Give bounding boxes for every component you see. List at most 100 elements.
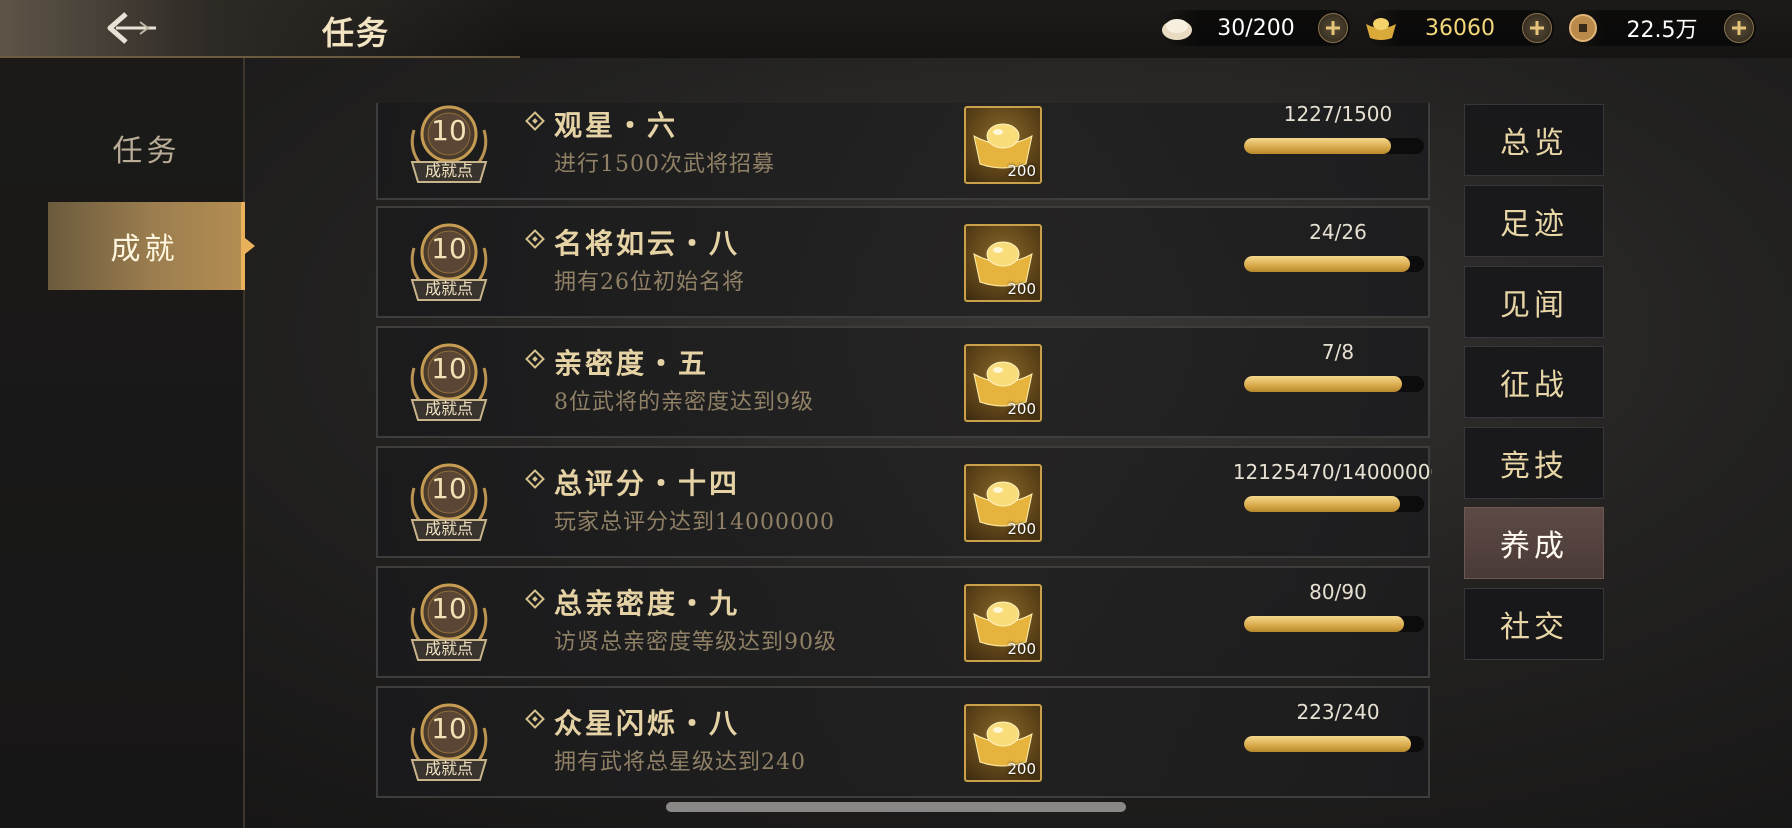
progress-bar <box>1244 616 1424 632</box>
achievement-title: 总亲密度・九 <box>554 587 741 620</box>
achievement-row: 10 成就点 众星闪烁・八 拥有武将总星级达到240 200 223/240 <box>376 686 1430 798</box>
resource-stamina: 30/200 <box>1160 10 1350 46</box>
reward-item[interactable]: 200 <box>964 584 1042 662</box>
achievement-points: 10 <box>431 232 467 265</box>
achievement-points-medal: 10 成就点 <box>404 338 494 428</box>
plus-icon <box>1530 21 1544 35</box>
achievement-points-medal: 10 成就点 <box>404 698 494 788</box>
achievement-description: 访贤总亲密度等级达到90级 <box>554 630 837 655</box>
reward-item[interactable]: 200 <box>964 344 1042 422</box>
progress-bar <box>1244 376 1424 392</box>
left-tab-label: 成就 <box>110 232 179 267</box>
achievement-row: 10 成就点 亲密度・五 8位武将的亲密度达到9级 200 7/8 <box>376 326 1430 438</box>
achievement-points-label: 成就点 <box>424 279 473 298</box>
achievement-row: 10 成就点 名将如云・八 拥有26位初始名将 200 24/26 <box>376 206 1430 318</box>
horizontal-scrollbar[interactable] <box>666 802 1126 812</box>
achievement-title: 总评分・十四 <box>554 467 741 500</box>
achievement-description: 玩家总评分达到14000000 <box>554 510 835 535</box>
top-bar-decoration <box>0 0 520 58</box>
progress-text: 1227/1500 <box>1283 103 1393 126</box>
diamond-bullet-icon <box>525 469 545 489</box>
reward-item[interactable]: 200 <box>964 464 1042 542</box>
add-stamina-button[interactable] <box>1318 13 1348 43</box>
achievement-points-label: 成就点 <box>424 759 473 778</box>
tab-label: 养成 <box>1500 529 1568 564</box>
achievement-points-medal: 10 成就点 <box>404 458 494 548</box>
reward-count: 200 <box>1007 280 1036 298</box>
progress-bar-fill <box>1244 496 1400 512</box>
achievement-description: 拥有26位初始名将 <box>554 270 745 295</box>
achievement-title: 众星闪烁・八 <box>554 707 741 740</box>
tab-arena[interactable]: 竞技 <box>1464 427 1604 499</box>
back-arrow-icon <box>107 12 156 44</box>
active-indicator-arrow-icon <box>245 238 255 254</box>
achievement-points: 10 <box>431 712 467 745</box>
achievement-description: 进行1500次武将招募 <box>554 152 775 177</box>
progress-bar <box>1244 138 1424 154</box>
copper-value: 22.5万 <box>1626 18 1698 43</box>
achievement-points: 10 <box>431 352 467 385</box>
achievement-description: 拥有武将总星级达到240 <box>554 750 806 775</box>
diamond-bullet-icon <box>525 589 545 609</box>
tab-social[interactable]: 社交 <box>1464 588 1604 660</box>
progress-text: 24/26 <box>1309 220 1367 244</box>
progress-bar-fill <box>1244 736 1412 752</box>
achievement-points-label: 成就点 <box>424 639 473 658</box>
reward-item[interactable]: 200 <box>964 224 1042 302</box>
add-gold-button[interactable] <box>1522 13 1552 43</box>
reward-count: 200 <box>1007 640 1036 658</box>
diamond-bullet-icon <box>525 349 545 369</box>
tab-cultivation[interactable]: 养成 <box>1464 507 1604 579</box>
achievement-points-label: 成就点 <box>424 161 473 180</box>
left-tab-achievements[interactable]: 成就 <box>48 202 255 290</box>
add-copper-button[interactable] <box>1724 13 1754 43</box>
reward-item[interactable]: 200 <box>964 106 1042 184</box>
stamina-value: 30/200 <box>1217 15 1295 41</box>
gold-value: 36060 <box>1425 15 1495 41</box>
achievement-list[interactable]: 10 成就点 观星・六 进行1500次武将招募 200 1227/1500 10… <box>376 103 1432 803</box>
progress-text: 7/8 <box>1321 340 1355 364</box>
tab-overview[interactable]: 总览 <box>1464 104 1604 176</box>
progress-bar <box>1244 496 1424 512</box>
resource-copper: 22.5万 <box>1566 10 1756 46</box>
progress-text: 223/240 <box>1296 700 1380 724</box>
progress-text: 80/90 <box>1309 580 1367 604</box>
achievement-description: 8位武将的亲密度达到9级 <box>554 390 814 415</box>
tab-label: 足迹 <box>1500 207 1568 242</box>
tab-label: 社交 <box>1500 610 1568 645</box>
reward-item[interactable]: 200 <box>964 704 1042 782</box>
progress-bar-fill <box>1244 376 1402 392</box>
progress-bar-fill <box>1244 138 1392 154</box>
back-button[interactable] <box>100 6 160 50</box>
achievement-row: 10 成就点 观星・六 进行1500次武将招募 200 1227/1500 <box>376 103 1430 200</box>
reward-count: 200 <box>1007 760 1036 778</box>
achievement-row: 10 成就点 总评分・十四 玩家总评分达到14000000 200 121254… <box>376 446 1432 558</box>
achievement-points-medal: 10 成就点 <box>404 218 494 308</box>
achievement-points-label: 成就点 <box>424 519 473 538</box>
achievement-points: 10 <box>431 472 467 505</box>
achievement-points-label: 成就点 <box>424 399 473 418</box>
tab-insights[interactable]: 见闻 <box>1464 266 1604 338</box>
left-tab-label: 任务 <box>112 134 181 169</box>
tab-label: 总览 <box>1500 126 1568 161</box>
progress-bar-fill <box>1244 256 1411 272</box>
progress-bar <box>1244 256 1424 272</box>
top-bar: 任务 30/200 36060 22.5万 <box>0 0 1792 58</box>
diamond-bullet-icon <box>525 229 545 249</box>
left-nav: 任务 成就 <box>0 58 255 828</box>
bun-stamina-icon <box>1160 11 1194 45</box>
achievement-title: 亲密度・五 <box>554 347 710 380</box>
achievement-points: 10 <box>431 114 467 147</box>
tab-label: 竞技 <box>1500 449 1568 484</box>
progress-text: 12125470/14000000 <box>1232 460 1432 484</box>
reward-count: 200 <box>1007 520 1036 538</box>
page-title: 任务 <box>322 14 391 52</box>
tab-campaign[interactable]: 征战 <box>1464 346 1604 418</box>
left-tab-tasks[interactable]: 任务 <box>48 104 245 192</box>
achievement-title: 名将如云・八 <box>554 227 741 260</box>
tab-footprint[interactable]: 足迹 <box>1464 185 1604 257</box>
reward-count: 200 <box>1007 400 1036 418</box>
tab-label: 见闻 <box>1500 288 1568 323</box>
gold-ingot-icon <box>1364 11 1398 45</box>
achievement-row: 10 成就点 总亲密度・九 访贤总亲密度等级达到90级 200 80/90 <box>376 566 1430 678</box>
